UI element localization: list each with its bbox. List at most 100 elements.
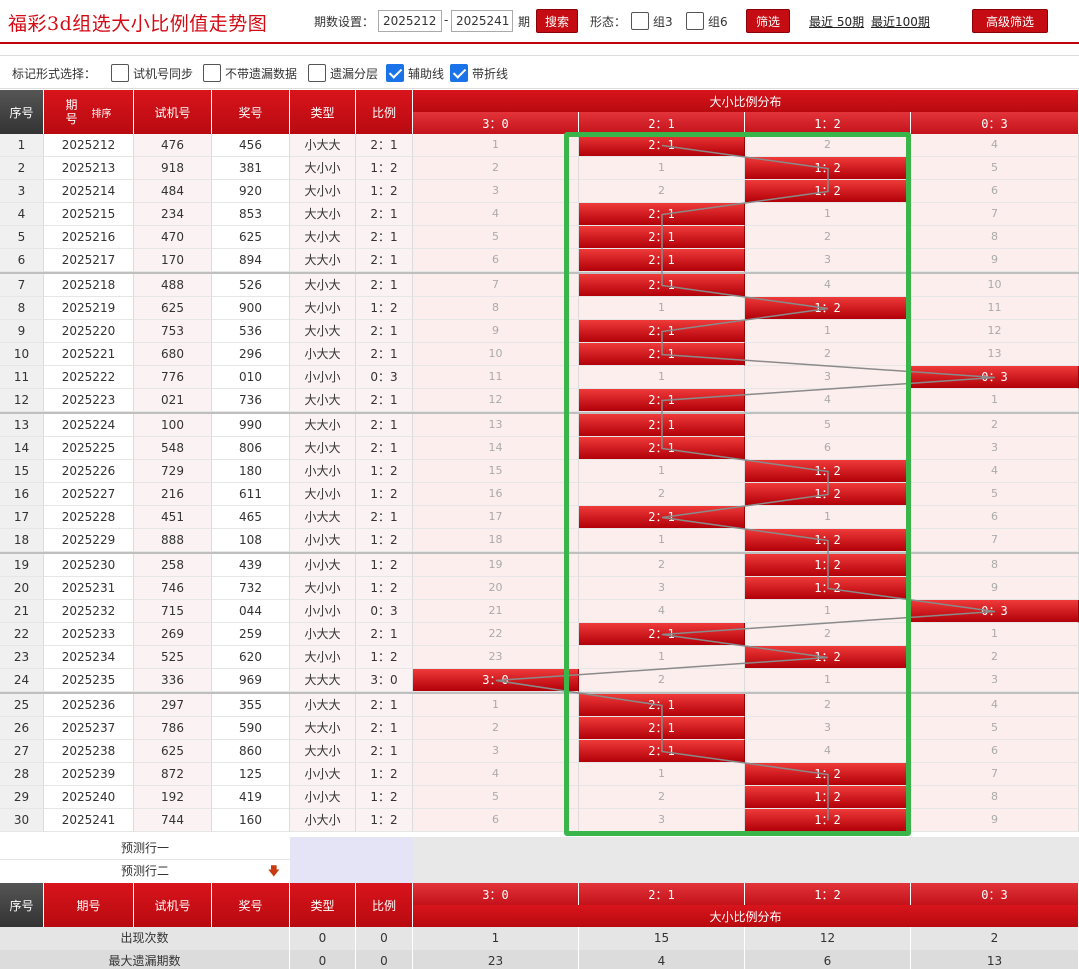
row-dist-hit: 2：1 <box>579 134 745 157</box>
row-period: 2025234 <box>44 646 134 669</box>
row-test-number: 872 <box>134 763 212 786</box>
row-test-number: 746 <box>134 577 212 600</box>
stat-type: 0 <box>290 950 356 969</box>
row-dist-03: 11 <box>911 297 1079 320</box>
trend-table: 序号 期号 排序 试机号 奖号 类型 比例 大小比例分布 3：0 2：1 1：2… <box>0 90 1079 969</box>
option-guide-line-checkbox[interactable] <box>386 64 404 82</box>
row-seq: 5 <box>0 226 44 249</box>
row-dist-03: 7 <box>911 203 1079 226</box>
row-dist-hit: 1：2 <box>745 809 911 832</box>
row-dist-03: 2 <box>911 414 1079 437</box>
row-award-number: 736 <box>212 389 290 412</box>
advanced-filter-button[interactable]: 高级筛选 <box>972 9 1048 33</box>
header-sort[interactable]: 排序 <box>92 105 112 120</box>
row-dist-30: 2 <box>413 157 579 180</box>
row-period: 2025229 <box>44 529 134 552</box>
period-unit: 期 <box>518 15 531 29</box>
prediction-row-2-grid[interactable] <box>413 860 1079 883</box>
row-seq: 4 <box>0 203 44 226</box>
prediction-row-2-label[interactable]: 预测行二 🡇 <box>0 860 290 883</box>
row-dist-hit: 1：2 <box>745 646 911 669</box>
row-period: 2025233 <box>44 623 134 646</box>
row-dist-21: 1 <box>579 646 745 669</box>
header-dist-col-12: 1：2 <box>745 112 911 134</box>
row-type: 小大大 <box>290 623 356 646</box>
row-type: 小大大 <box>290 343 356 366</box>
row-dist-03: 4 <box>911 134 1079 157</box>
row-test-number: 488 <box>134 274 212 297</box>
row-period: 2025216 <box>44 226 134 249</box>
stat-dist-03: 13 <box>911 950 1079 969</box>
prediction-row-2-text: 预测行二 <box>120 864 169 878</box>
row-period: 2025218 <box>44 274 134 297</box>
row-seq: 12 <box>0 389 44 412</box>
row-ratio: 2：1 <box>356 694 413 717</box>
stat-label: 最大遗漏期数 <box>0 950 290 969</box>
recent50-link[interactable]: 最近 50期 <box>809 13 864 30</box>
row-dist-hit: 1：2 <box>745 483 911 506</box>
row-award-number: 620 <box>212 646 290 669</box>
prediction-row-1-grid[interactable] <box>413 837 1079 860</box>
row-award-number: 259 <box>212 623 290 646</box>
option-miss-layer-checkbox[interactable] <box>308 64 326 82</box>
row-period: 2025217 <box>44 249 134 272</box>
row-dist-03: 8 <box>911 554 1079 577</box>
row-dist-12: 4 <box>745 389 911 412</box>
row-award-number: 806 <box>212 437 290 460</box>
row-seq: 22 <box>0 623 44 646</box>
group3-checkbox[interactable] <box>631 12 649 30</box>
period-from-input[interactable]: 2025212 <box>378 10 442 32</box>
row-dist-21: 1 <box>579 297 745 320</box>
header-period[interactable]: 期号 排序 <box>44 90 134 134</box>
row-dist-03: 5 <box>911 157 1079 180</box>
row-test-number: 021 <box>134 389 212 412</box>
row-dist-30: 5 <box>413 226 579 249</box>
row-dist-hit: 2：1 <box>579 203 745 226</box>
row-type: 大大小 <box>290 203 356 226</box>
header-dist-title: 大小比例分布 <box>413 90 1079 112</box>
period-to-input[interactable]: 2025241 <box>451 10 513 32</box>
footer-test: 试机号 <box>134 883 212 927</box>
row-period: 2025238 <box>44 740 134 763</box>
row-test-number: 744 <box>134 809 212 832</box>
stat-dist-21: 15 <box>579 927 745 950</box>
row-award-number: 860 <box>212 740 290 763</box>
option-no-miss-checkbox[interactable] <box>203 64 221 82</box>
row-test-number: 470 <box>134 226 212 249</box>
row-award-number: 125 <box>212 763 290 786</box>
row-period: 2025228 <box>44 506 134 529</box>
prediction-row-1-label[interactable]: 预测行一 <box>0 837 290 860</box>
row-ratio: 2：1 <box>356 203 413 226</box>
option-miss-layer-label: 遗漏分层 <box>330 67 379 81</box>
arrow-down-icon[interactable]: 🡇 <box>268 860 280 882</box>
row-seq: 15 <box>0 460 44 483</box>
row-dist-03: 6 <box>911 506 1079 529</box>
recent100-link[interactable]: 最近100期 <box>871 13 930 30</box>
group6-checkbox[interactable] <box>686 12 704 30</box>
row-award-number: 625 <box>212 226 290 249</box>
row-ratio: 2：1 <box>356 249 413 272</box>
row-test-number: 269 <box>134 623 212 646</box>
row-award-number: 969 <box>212 669 290 692</box>
row-type: 大小小 <box>290 577 356 600</box>
row-seq: 17 <box>0 506 44 529</box>
option-polyline-checkbox[interactable] <box>450 64 468 82</box>
row-ratio: 1：2 <box>356 554 413 577</box>
filter-button[interactable]: 筛选 <box>746 9 790 33</box>
row-test-number: 680 <box>134 343 212 366</box>
row-type: 小大大 <box>290 134 356 157</box>
row-dist-03: 4 <box>911 694 1079 717</box>
row-dist-03: 5 <box>911 483 1079 506</box>
prediction-row-2-input[interactable] <box>290 860 413 883</box>
row-dist-30: 6 <box>413 249 579 272</box>
option-sync-test-checkbox[interactable] <box>111 64 129 82</box>
row-seq: 6 <box>0 249 44 272</box>
row-seq: 8 <box>0 297 44 320</box>
row-period: 2025237 <box>44 717 134 740</box>
search-button[interactable]: 搜索 <box>536 9 578 33</box>
footer-dist-col-30: 3：0 <box>413 883 579 905</box>
row-test-number: 888 <box>134 529 212 552</box>
prediction-row-1-input[interactable] <box>290 837 413 860</box>
row-period: 2025241 <box>44 809 134 832</box>
footer-dist-col-21: 2：1 <box>579 883 745 905</box>
